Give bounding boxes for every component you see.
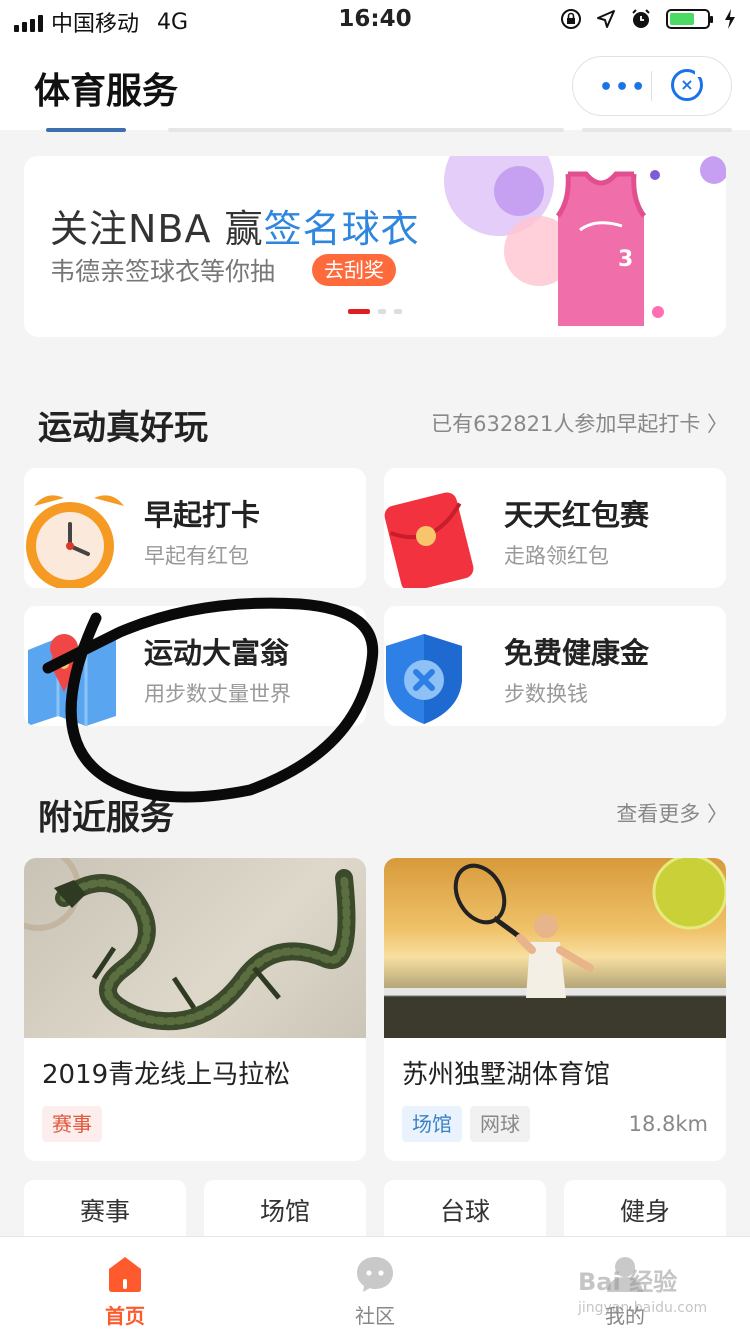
tab-home[interactable]: 首页 (0, 1237, 250, 1335)
status-bar: 中国移动 4G 16:40 (0, 0, 750, 40)
map-pin-icon (28, 634, 116, 726)
charging-icon (725, 9, 735, 29)
dragon-image (24, 858, 366, 1038)
baidu-watermark-url: jingyan.baidu.com (578, 1300, 708, 1316)
banner-bubble (700, 156, 726, 184)
scroll-peek-bar-2 (582, 128, 732, 132)
red-envelope-icon (384, 492, 474, 588)
dragon-illustration (24, 858, 356, 1031)
card-subtitle: 走路领红包 (504, 544, 609, 568)
card-title: 免费健康金 (504, 636, 650, 670)
pink-jersey-icon: 3 (555, 171, 647, 326)
card-title: 苏州独墅湖体育馆 (402, 1060, 611, 1090)
card-subtitle: 用步数丈量世界 (144, 682, 291, 706)
tennis-image (384, 858, 726, 1038)
card-title: 早起打卡 (144, 498, 261, 532)
carousel-indicator[interactable] (348, 309, 402, 314)
tab-label: 首页 (105, 1304, 145, 1328)
tab-community[interactable]: 社区 (250, 1237, 500, 1335)
card-subtitle: 步数换钱 (504, 682, 588, 706)
close-mini-program-icon[interactable]: × (671, 69, 703, 101)
banner-bubble (494, 166, 544, 216)
tag-event: 赛事 (42, 1106, 102, 1142)
chat-bubble-icon (357, 1257, 393, 1292)
card-title: 运动大富翁 (144, 636, 290, 670)
card-title: 天天红包赛 (504, 498, 650, 532)
card-title: 2019青龙线上马拉松 (42, 1060, 291, 1090)
baidu-watermark: Bai 经验 (578, 1268, 678, 1296)
service-card-stadium[interactable]: 苏州独墅湖体育馆 场馆 网球 18.8km (384, 858, 726, 1161)
feature-card-free-health-fund[interactable]: 免费健康金 步数换钱 (384, 606, 726, 726)
card-subtitle: 早起有红包 (144, 544, 249, 568)
view-more-link[interactable]: 查看更多 〉 (616, 798, 728, 828)
orientation-lock-icon (561, 9, 581, 29)
scroll-peek-tab (46, 128, 126, 132)
distance-label: 18.8km (628, 1112, 708, 1136)
service-card-marathon[interactable]: 2019青龙线上马拉松 赛事 (24, 858, 366, 1161)
feature-card-sports-monopoly[interactable]: 运动大富翁 用步数丈量世界 (24, 606, 366, 726)
card-tags: 赛事 (42, 1106, 102, 1142)
tag-tennis: 网球 (470, 1106, 530, 1142)
status-right (560, 8, 736, 30)
app-header: 体育服务 ••• × (0, 40, 750, 130)
checkin-participants-link[interactable]: 已有632821人参加早起打卡 〉 (431, 408, 728, 438)
shield-plus-icon (386, 634, 462, 724)
banner-title: 关注NBA 赢签名球衣 (50, 198, 420, 253)
banner-title-prefix: 关注NBA 赢 (50, 207, 264, 251)
page-title: 体育服务 (34, 71, 179, 112)
feature-card-early-checkin[interactable]: 早起打卡 早起有红包 (24, 468, 366, 588)
battery-icon (666, 9, 713, 29)
tag-venue: 场馆 (402, 1106, 462, 1142)
section-title-nearby: 附近服务 (38, 798, 174, 838)
alarm-clock-icon (26, 495, 124, 588)
svg-text:3: 3 (618, 247, 633, 272)
home-icon (109, 1257, 141, 1292)
promo-banner[interactable]: 3 关注NBA 赢签名球衣 韦德亲签球衣等你抽 去刮奖 (24, 156, 726, 337)
scratch-prize-button[interactable]: 去刮奖 (312, 254, 396, 286)
tennis-illustration (384, 858, 726, 1038)
banner-subtitle: 韦德亲签球衣等你抽 (50, 257, 276, 286)
feature-card-red-envelope-race[interactable]: 天天红包赛 走路领红包 (384, 468, 726, 588)
card-tags: 场馆 网球 (402, 1106, 530, 1142)
banner-title-highlight: 签名球衣 (263, 207, 420, 251)
tab-label: 社区 (355, 1304, 395, 1328)
section-title-fun: 运动真好玩 (38, 408, 208, 448)
scroll-peek-bar (168, 128, 564, 132)
alarm-icon (632, 9, 650, 28)
mini-program-capsule: ••• × (572, 56, 732, 116)
more-dots-icon[interactable]: ••• (599, 75, 647, 100)
location-arrow-icon (597, 10, 615, 28)
capsule-divider (651, 71, 652, 101)
